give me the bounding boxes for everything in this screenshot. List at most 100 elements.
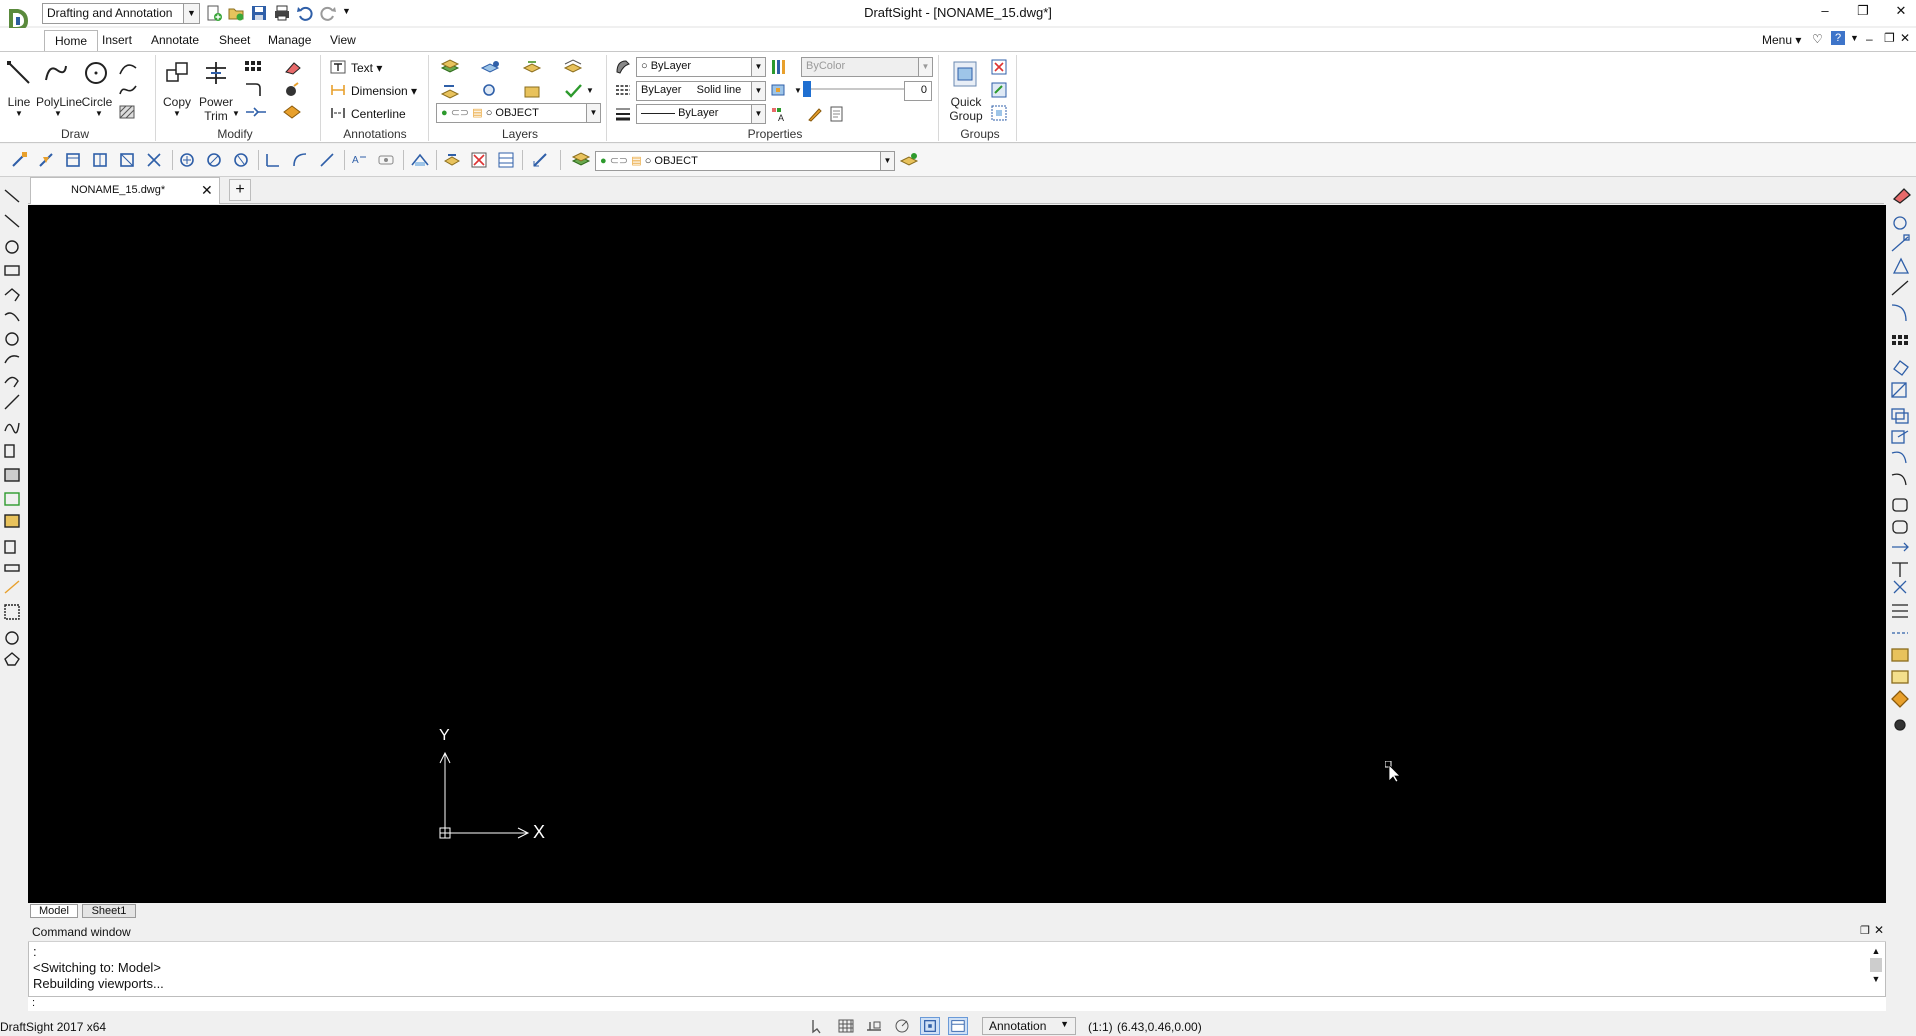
quick-group-icon[interactable] (952, 60, 978, 88)
scroll-down-icon[interactable]: ▼ (1868, 974, 1884, 984)
layer-props-icon[interactable] (443, 151, 461, 169)
dimension-icon[interactable] (330, 83, 346, 97)
lineweight-select[interactable]: ByLayer ▼ (636, 104, 766, 124)
snap-node-icon[interactable] (145, 151, 163, 169)
text-button[interactable]: Text ▾ (351, 61, 382, 75)
snap-midpoint-icon[interactable] (37, 151, 55, 169)
doc-minimize-icon[interactable]: – (1866, 32, 1873, 46)
tab-manage[interactable]: Manage (258, 30, 321, 52)
color-select[interactable]: ○ ByLayer ▼ (636, 57, 766, 77)
command-window-scrollbar[interactable]: ▲ ▼ (1868, 946, 1884, 994)
doc-restore-icon[interactable]: ❐ (1884, 31, 1895, 45)
transparency-slider-thumb[interactable] (803, 81, 811, 97)
centerline-icon[interactable] (330, 106, 346, 120)
polyline-button-label[interactable]: PolyLine (36, 95, 82, 109)
toolbar-layer-select[interactable]: ● ⊂⊃ ▤ ○ OBJECT ▼ (595, 151, 895, 171)
properties-sheet-icon[interactable] (828, 106, 846, 122)
layer-manager-icon[interactable] (440, 58, 460, 76)
copy-icon[interactable] (164, 60, 190, 86)
line-dropdown-icon[interactable]: ▼ (15, 109, 23, 118)
copy-dropdown-icon[interactable]: ▼ (173, 109, 181, 118)
polyline-icon[interactable] (43, 60, 69, 86)
power-trim-dropdown-icon[interactable]: ▼ (232, 109, 240, 118)
color-palette-icon[interactable] (614, 58, 632, 76)
scrollbar-thumb[interactable] (1870, 958, 1882, 972)
chevron-down-icon[interactable]: ▼ (586, 104, 600, 122)
arc-icon[interactable] (118, 60, 138, 76)
make-layer-current-icon[interactable] (899, 151, 919, 169)
display-settings-dropdown-icon[interactable]: ▼ (794, 86, 802, 95)
favorites-icon[interactable]: ♡ (1812, 32, 1823, 46)
layer-search-icon[interactable] (480, 82, 500, 100)
display-settings-icon[interactable] (770, 82, 792, 98)
snap-parallel-icon[interactable] (291, 151, 309, 169)
chevron-down-icon[interactable]: ▼ (880, 152, 894, 170)
snap-endpoint-icon[interactable] (10, 151, 28, 169)
power-trim-label-1[interactable]: Power (196, 95, 236, 109)
layer-copy-icon[interactable] (522, 82, 542, 100)
grid-toggle-icon[interactable] (836, 1017, 856, 1035)
snap-tangent-icon[interactable] (232, 151, 250, 169)
restore-icon[interactable]: ❐ (1850, 3, 1876, 21)
layer-select[interactable]: ● ⊂⊃ ▤ ○ OBJECT ▼ (436, 103, 601, 123)
snap-quadrant-icon[interactable] (205, 151, 223, 169)
chevron-down-icon[interactable]: ▼ (918, 58, 932, 76)
layer-walk-icon[interactable] (440, 82, 460, 100)
fillet-icon[interactable] (244, 82, 262, 98)
tab-insert[interactable]: Insert (92, 30, 142, 52)
annotation-scale-select[interactable]: Annotation ▼ (982, 1017, 1076, 1035)
line-button-label[interactable]: Line (4, 95, 34, 109)
pattern-icon[interactable] (244, 60, 262, 76)
group-manager-icon[interactable] (990, 104, 1008, 122)
linestyle-icon[interactable] (614, 82, 632, 98)
command-input[interactable]: : (28, 997, 1886, 1011)
snap-apparent-icon[interactable] (91, 151, 109, 169)
snap-none-icon[interactable] (377, 151, 395, 169)
tab-sheet1[interactable]: Sheet1 (82, 904, 136, 918)
snap-nearest-icon[interactable] (318, 151, 336, 169)
color-bars-icon[interactable] (770, 58, 788, 76)
tab-sheet[interactable]: Sheet (209, 30, 260, 52)
match-properties-icon[interactable] (282, 104, 304, 120)
ungroup-icon[interactable] (990, 58, 1008, 76)
layer-state-icon[interactable] (480, 58, 502, 76)
ortho-toggle-icon[interactable] (864, 1017, 884, 1035)
edit-group-icon[interactable] (990, 81, 1008, 99)
snap-insertion-icon[interactable]: A (350, 151, 368, 169)
power-trim-icon[interactable] (203, 60, 229, 86)
quick-group-label-1[interactable]: Quick (944, 95, 988, 109)
lineweight-icon[interactable] (614, 106, 632, 122)
help-dropdown-icon[interactable]: ▼ (1850, 33, 1859, 43)
erase-icon[interactable] (282, 60, 304, 76)
tab-view[interactable]: View (320, 30, 366, 52)
drawing-canvas[interactable]: Y X (28, 205, 1886, 903)
snap-toggle-icon[interactable] (808, 1017, 828, 1035)
command-window-close-icon[interactable]: ✕ (1874, 923, 1884, 937)
snap-perpendicular-icon[interactable] (264, 151, 282, 169)
etrack-toggle-icon[interactable] (948, 1017, 968, 1035)
snap-extension-icon[interactable] (118, 151, 136, 169)
circle-button-label[interactable]: Circle (80, 95, 114, 109)
close-icon[interactable]: ✕ (1888, 3, 1914, 21)
snap-center-icon[interactable] (178, 151, 196, 169)
circle-dropdown-icon[interactable]: ▼ (95, 109, 103, 118)
measure-icon[interactable] (531, 151, 549, 169)
tab-model[interactable]: Model (30, 904, 78, 918)
circle-icon[interactable] (83, 60, 109, 86)
dimension-button[interactable]: Dimension ▾ (351, 84, 417, 98)
layer-table-icon[interactable] (497, 151, 515, 169)
new-tab-button[interactable]: + (229, 179, 251, 201)
layer-iso-icon[interactable] (563, 58, 585, 76)
copy-button-label[interactable]: Copy (160, 95, 194, 109)
chevron-down-icon[interactable]: ▼ (751, 58, 765, 76)
power-trim-label-2[interactable]: Trim (196, 109, 236, 123)
scroll-up-icon[interactable]: ▲ (1868, 946, 1884, 956)
command-window-float-icon[interactable]: ❐ (1860, 924, 1870, 937)
transparency-slider-track[interactable] (811, 88, 919, 90)
bycolor-select[interactable]: ByColor ▼ (801, 57, 933, 77)
centerline-button-label[interactable]: Centerline (351, 107, 406, 121)
tab-annotate[interactable]: Annotate (141, 30, 209, 52)
quick-group-label-2[interactable]: Group (944, 109, 988, 123)
transparency-value[interactable]: 0 (904, 81, 932, 101)
layer-check-icon[interactable] (563, 82, 585, 100)
